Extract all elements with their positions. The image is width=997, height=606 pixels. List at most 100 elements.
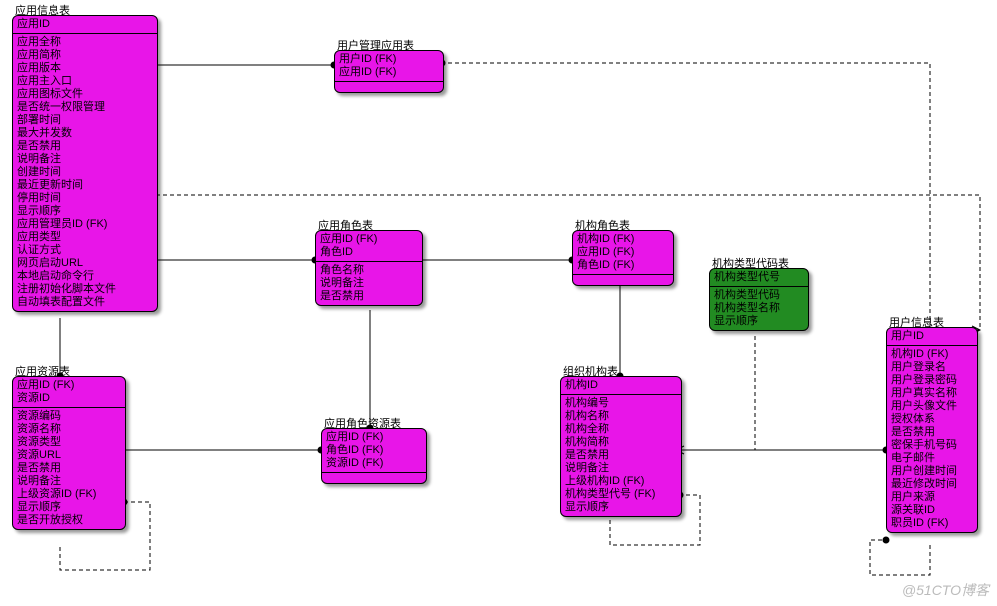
pk-field: 机构ID (FK) — [577, 233, 669, 246]
pk-field: 机构ID — [565, 379, 677, 392]
pk-field: 机构类型代号 — [714, 271, 804, 284]
entity-title: 应用角色资源表 — [324, 415, 401, 431]
pk-field: 资源ID (FK) — [326, 457, 422, 470]
attr-field: 应用全称 — [17, 36, 153, 49]
attr-field: 应用版本 — [17, 62, 153, 75]
pk-section: 应用ID — [13, 16, 157, 34]
attr-field: 显示顺序 — [565, 501, 677, 514]
attr-field: 密保手机号码 — [891, 439, 973, 452]
attr-field: 机构编号 — [565, 397, 677, 410]
attr-section-empty — [335, 82, 443, 92]
pk-field: 应用ID (FK) — [320, 233, 418, 246]
attr-field: 说明备注 — [17, 153, 153, 166]
attr-field: 创建时间 — [17, 166, 153, 179]
entity-title: 机构类型代码表 — [712, 255, 789, 271]
pk-field: 用户ID — [891, 330, 973, 343]
pk-field: 应用ID (FK) — [326, 431, 422, 444]
attr-section: 机构ID (FK)用户登录名用户登录密码用户真实名称用户头像文件授权体系是否禁用… — [887, 346, 977, 532]
attr-field: 是否禁用 — [17, 462, 121, 475]
attr-field: 资源URL — [17, 449, 121, 462]
attr-field: 显示顺序 — [17, 501, 121, 514]
entity-app_role[interactable]: 应用角色表应用ID (FK)角色ID角色名称说明备注是否禁用 — [315, 230, 423, 306]
pk-field: 应用ID — [17, 18, 153, 31]
attr-section-empty — [573, 275, 673, 285]
attr-section: 资源编码资源名称资源类型资源URL是否禁用说明备注上级资源ID (FK)显示顺序… — [13, 408, 125, 529]
entity-app_resource[interactable]: 应用资源表应用ID (FK)资源ID资源编码资源名称资源类型资源URL是否禁用说… — [12, 376, 126, 530]
entity-user_info[interactable]: 用户信息表用户ID机构ID (FK)用户登录名用户登录密码用户真实名称用户头像文… — [886, 327, 978, 533]
attr-field: 角色名称 — [320, 264, 418, 277]
pk-section: 机构ID (FK)应用ID (FK)角色ID (FK) — [573, 231, 673, 275]
attr-field: 说明备注 — [17, 475, 121, 488]
attr-field: 认证方式 — [17, 244, 153, 257]
attr-field: 是否禁用 — [891, 426, 973, 439]
entity-title: 应用角色表 — [318, 217, 373, 233]
attr-field: 最近更新时间 — [17, 179, 153, 192]
attr-field: 机构名称 — [565, 410, 677, 423]
attr-field: 应用主入口 — [17, 75, 153, 88]
attr-field: 上级资源ID (FK) — [17, 488, 121, 501]
pk-field: 应用ID (FK) — [577, 246, 669, 259]
attr-field: 机构简称 — [565, 436, 677, 449]
pk-field: 用户ID (FK) — [339, 53, 439, 66]
attr-field: 注册初始化脚本文件 — [17, 283, 153, 296]
attr-field: 机构类型代码 — [714, 289, 804, 302]
attr-field: 是否禁用 — [320, 290, 418, 303]
attr-field: 机构全称 — [565, 423, 677, 436]
attr-field: 用户登录密码 — [891, 374, 973, 387]
attr-field: 机构ID (FK) — [891, 348, 973, 361]
attr-field: 用户登录名 — [891, 361, 973, 374]
attr-field: 显示顺序 — [714, 315, 804, 328]
attr-field: 源关联ID — [891, 504, 973, 517]
attr-field: 自动填表配置文件 — [17, 296, 153, 309]
attr-field: 停用时间 — [17, 192, 153, 205]
entity-app_role_resource[interactable]: 应用角色资源表应用ID (FK)角色ID (FK)资源ID (FK) — [321, 428, 427, 484]
attr-field: 说明备注 — [565, 462, 677, 475]
attr-field: 应用管理员ID (FK) — [17, 218, 153, 231]
attr-field: 机构类型代号 (FK) — [565, 488, 677, 501]
attr-section-empty — [322, 473, 426, 483]
attr-section: 应用全称应用简称应用版本应用主入口应用图标文件是否统一权限管理部署时间最大并发数… — [13, 34, 157, 311]
pk-section: 应用ID (FK)角色ID (FK)资源ID (FK) — [322, 429, 426, 473]
entity-app_info[interactable]: 应用信息表应用ID应用全称应用简称应用版本应用主入口应用图标文件是否统一权限管理… — [12, 15, 158, 312]
attr-field: 是否禁用 — [17, 140, 153, 153]
attr-field: 用户头像文件 — [891, 400, 973, 413]
attr-field: 本地启动命令行 — [17, 270, 153, 283]
watermark: @51CTO博客 — [902, 580, 989, 600]
pk-field: 角色ID (FK) — [577, 259, 669, 272]
pk-section: 机构类型代号 — [710, 269, 808, 287]
pk-section: 用户ID (FK)应用ID (FK) — [335, 51, 443, 82]
pk-field: 角色ID (FK) — [326, 444, 422, 457]
entity-title: 用户信息表 — [889, 314, 944, 330]
pk-section: 用户ID — [887, 328, 977, 346]
attr-section: 角色名称说明备注是否禁用 — [316, 262, 422, 305]
entity-title: 组织机构表 — [563, 363, 618, 379]
pk-section: 应用ID (FK)角色ID — [316, 231, 422, 262]
attr-field: 是否统一权限管理 — [17, 101, 153, 114]
attr-field: 用户创建时间 — [891, 465, 973, 478]
entity-title: 用户管理应用表 — [337, 37, 414, 53]
entity-user_mgmt_app[interactable]: 用户管理应用表用户ID (FK)应用ID (FK) — [334, 50, 444, 93]
attr-field: 最近修改时间 — [891, 478, 973, 491]
attr-field: 应用简称 — [17, 49, 153, 62]
attr-field: 机构类型名称 — [714, 302, 804, 315]
attr-field: 上级机构ID (FK) — [565, 475, 677, 488]
entity-org_role[interactable]: 机构角色表机构ID (FK)应用ID (FK)角色ID (FK) — [572, 230, 674, 286]
attr-field: 是否开放授权 — [17, 514, 121, 527]
pk-field: 资源ID — [17, 392, 121, 405]
attr-field: 资源名称 — [17, 423, 121, 436]
attr-field: 电子邮件 — [891, 452, 973, 465]
attr-section: 机构编号机构名称机构全称机构简称是否禁用说明备注上级机构ID (FK)机构类型代… — [561, 395, 681, 516]
pk-field: 应用ID (FK) — [339, 66, 439, 79]
attr-field: 用户真实名称 — [891, 387, 973, 400]
pk-field: 角色ID — [320, 246, 418, 259]
entity-org[interactable]: 组织机构表机构ID机构编号机构名称机构全称机构简称是否禁用说明备注上级机构ID … — [560, 376, 682, 517]
attr-field: 显示顺序 — [17, 205, 153, 218]
attr-section: 机构类型代码机构类型名称显示顺序 — [710, 287, 808, 330]
attr-field: 资源类型 — [17, 436, 121, 449]
pk-section: 机构ID — [561, 377, 681, 395]
attr-field: 说明备注 — [320, 277, 418, 290]
attr-field: 用户来源 — [891, 491, 973, 504]
entity-title: 应用信息表 — [15, 2, 70, 18]
entity-org_type_code[interactable]: 机构类型代码表机构类型代号机构类型代码机构类型名称显示顺序 — [709, 268, 809, 331]
pk-field: 应用ID (FK) — [17, 379, 121, 392]
